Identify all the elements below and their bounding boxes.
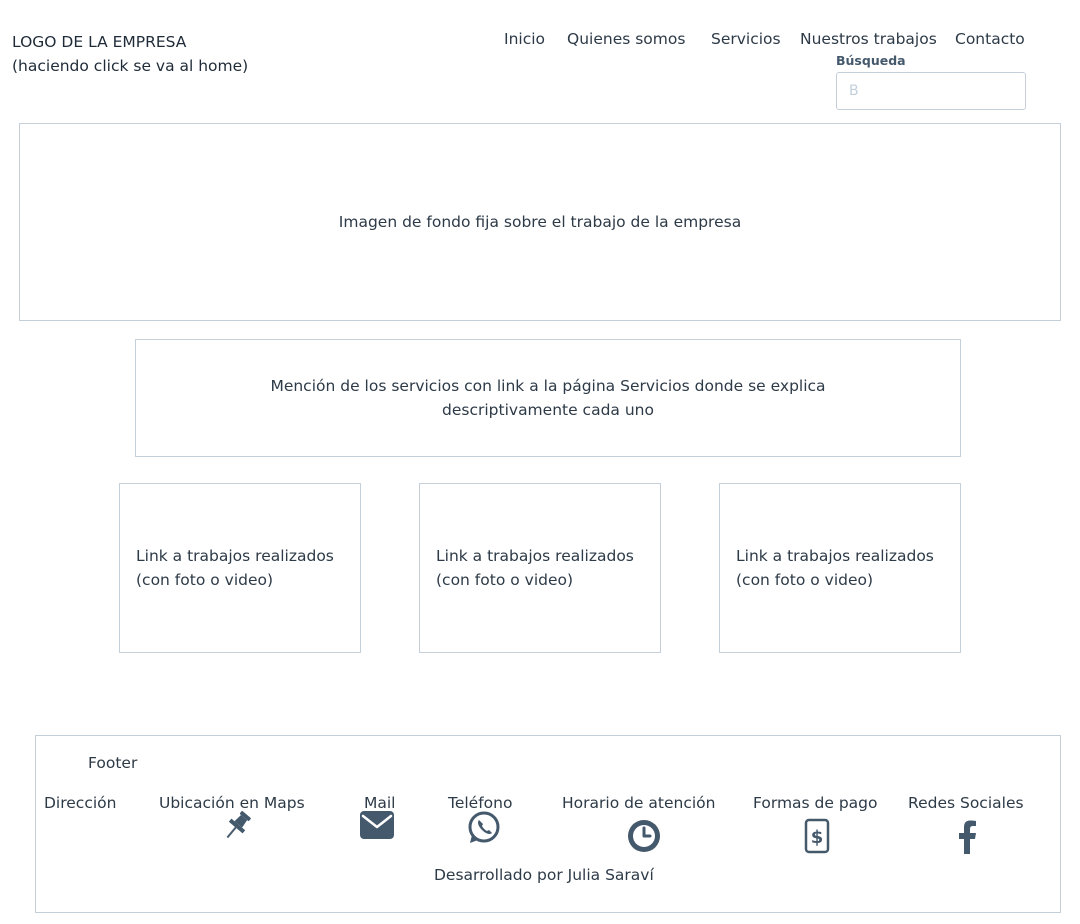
work-card-3[interactable]: Link a trabajos realizados (con foto o v… (719, 483, 961, 653)
work-card-2[interactable]: Link a trabajos realizados (con foto o v… (419, 483, 661, 653)
logo-subtitle: (haciendo click se va al home) (12, 57, 249, 75)
search-label: Búsqueda (836, 53, 906, 68)
work-card-1[interactable]: Link a trabajos realizados (con foto o v… (119, 483, 361, 653)
card-subtitle: (con foto o video) (736, 571, 874, 589)
facebook-icon[interactable] (958, 820, 978, 854)
nav-servicios[interactable]: Servicios (711, 30, 781, 48)
company-logo[interactable]: LOGO DE LA EMPRESA (haciendo click se va… (12, 30, 248, 78)
footer: Footer Dirección Ubicación en Maps Mail … (35, 735, 1061, 913)
nav-quienes-somos[interactable]: Quienes somos (567, 30, 685, 48)
footer-mail[interactable]: Mail (364, 794, 395, 812)
payment-icon: $ (804, 818, 830, 854)
services-text: Mención de los servicios con link a la p… (270, 377, 826, 419)
logo-title: LOGO DE LA EMPRESA (12, 33, 187, 51)
card-title: Link a trabajos realizados (136, 547, 334, 565)
mail-icon[interactable] (360, 811, 394, 839)
hero-banner: Imagen de fondo fija sobre el trabajo de… (19, 123, 1061, 321)
svg-text:$: $ (811, 827, 824, 848)
nav-nuestros-trabajos[interactable]: Nuestros trabajos (800, 30, 937, 48)
nav-contacto[interactable]: Contacto (955, 30, 1025, 48)
footer-credit: Desarrollado por Julia Saraví (434, 866, 654, 884)
clock-icon (628, 820, 660, 852)
search-input[interactable] (836, 72, 1026, 110)
whatsapp-icon[interactable] (466, 810, 502, 846)
card-title: Link a trabajos realizados (436, 547, 634, 565)
nav-inicio[interactable]: Inicio (504, 30, 545, 48)
card-subtitle: (con foto o video) (136, 571, 274, 589)
footer-title: Footer (88, 754, 138, 772)
footer-horario: Horario de atención (562, 794, 716, 812)
pushpin-icon[interactable] (219, 809, 255, 843)
hero-text: Imagen de fondo fija sobre el trabajo de… (338, 213, 742, 231)
footer-formas-pago: Formas de pago (753, 794, 878, 812)
services-section[interactable]: Mención de los servicios con link a la p… (135, 339, 961, 457)
card-subtitle: (con foto o video) (436, 571, 574, 589)
footer-redes-sociales: Redes Sociales (908, 794, 1024, 812)
footer-direccion: Dirección (44, 794, 117, 812)
card-title: Link a trabajos realizados (736, 547, 934, 565)
